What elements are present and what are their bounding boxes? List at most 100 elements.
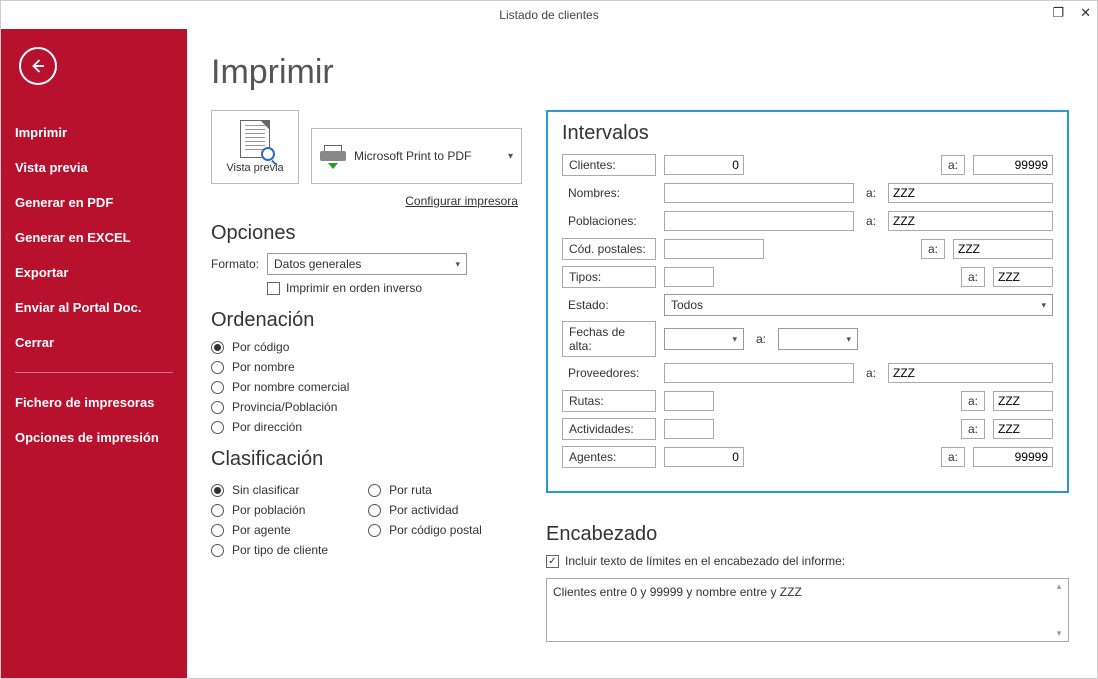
radio-por-tipo-cliente[interactable]: Por tipo de cliente [211,543,328,557]
codpostales-to-input[interactable] [953,239,1053,259]
clasificacion-heading: Clasificación [211,448,522,471]
actividades-from-input[interactable] [664,419,714,439]
codpostales-a-button[interactable]: a: [921,239,945,259]
sidebar-item-imprimir[interactable]: Imprimir [1,115,187,150]
chevron-down-icon: ▾ [732,334,737,345]
radio-por-actividad[interactable]: Por actividad [368,503,482,517]
window-restore-icon[interactable]: ❐ [1052,5,1064,21]
page-title: Imprimir [211,53,1069,92]
encabezado-heading: Encabezado [546,523,1069,546]
titlebar: Listado de clientes ❐ ✕ [1,1,1097,29]
agentes-a-button[interactable]: a: [941,447,965,467]
printer-icon [320,145,346,167]
sidebar: Imprimir Vista previa Generar en PDF Gen… [1,29,187,678]
fechas-from-select[interactable]: ▾ [664,328,744,350]
formato-value: Datos generales [274,257,361,271]
chevron-down-icon: ▾ [846,334,851,345]
sidebar-item-generar-pdf[interactable]: Generar en PDF [1,185,187,220]
ordenacion-radios: Por código Por nombre Por nombre comerci… [211,340,522,434]
intervalos-panel: Intervalos Clientes: a: Nombres: a: [546,110,1069,493]
radio-por-nombre-comercial[interactable]: Por nombre comercial [211,380,522,394]
clientes-label-button[interactable]: Clientes: [562,154,656,176]
estado-label: Estado: [562,295,656,315]
poblaciones-label: Poblaciones: [562,211,656,231]
radio-por-ruta[interactable]: Por ruta [368,483,482,497]
opciones-heading: Opciones [211,222,522,245]
fechas-label-button[interactable]: Fechas de alta: [562,321,656,357]
sidebar-item-enviar-portal[interactable]: Enviar al Portal Doc. [1,290,187,325]
clientes-from-input[interactable] [664,155,744,175]
radio-por-agente[interactable]: Por agente [211,523,328,537]
rutas-a-button[interactable]: a: [961,391,985,411]
intervalos-heading: Intervalos [562,122,1053,145]
document-preview-icon [240,120,270,158]
radio-por-direccion[interactable]: Por dirección [211,420,522,434]
proveedores-to-input[interactable] [888,363,1053,383]
chevron-down-icon: ▾ [1041,300,1046,311]
encabezado-textarea[interactable]: Clientes entre 0 y 99999 y nombre entre … [546,578,1069,642]
incluir-limites-checkbox[interactable]: ✓ Incluir texto de límites en el encabez… [546,554,1069,568]
sidebar-separator [15,372,173,373]
proveedores-label: Proveedores: [562,363,656,383]
proveedores-from-input[interactable] [664,363,854,383]
agentes-from-input[interactable] [664,447,744,467]
clientes-to-input[interactable] [973,155,1053,175]
configurar-impresora-link[interactable]: Configurar impresora [211,194,518,208]
poblaciones-to-input[interactable] [888,211,1053,231]
scrollbar[interactable]: ▴▾ [1052,581,1066,639]
rutas-from-input[interactable] [664,391,714,411]
formato-select[interactable]: Datos generales ▾ [267,253,467,275]
orden-inverso-label: Imprimir en orden inverso [286,281,422,295]
codpostales-label-button[interactable]: Cód. postales: [562,238,656,260]
codpostales-from-input[interactable] [664,239,764,259]
actividades-a-button[interactable]: a: [961,419,985,439]
printer-select[interactable]: Microsoft Print to PDF ▾ [311,128,522,184]
sidebar-item-fichero-impresoras[interactable]: Fichero de impresoras [1,385,187,420]
orden-inverso-checkbox[interactable]: Imprimir en orden inverso [267,281,522,295]
sidebar-item-generar-excel[interactable]: Generar en EXCEL [1,220,187,255]
radio-provincia-poblacion[interactable]: Provincia/Población [211,400,522,414]
main-panel: Imprimir Vista previa [187,29,1097,678]
nombres-a-label: a: [862,186,880,200]
radio-por-codigo-postal[interactable]: Por código postal [368,523,482,537]
radio-sin-clasificar[interactable]: Sin clasificar [211,483,328,497]
actividades-label-button[interactable]: Actividades: [562,418,656,440]
nombres-to-input[interactable] [888,183,1053,203]
checkbox-checked-icon: ✓ [546,555,559,568]
agentes-to-input[interactable] [973,447,1053,467]
window-close-icon[interactable]: ✕ [1080,5,1091,21]
rutas-to-input[interactable] [993,391,1053,411]
vista-previa-button[interactable]: Vista previa [211,110,299,184]
agentes-label-button[interactable]: Agentes: [562,446,656,468]
window-title: Listado de clientes [499,8,598,22]
radio-por-codigo[interactable]: Por código [211,340,522,354]
nombres-from-input[interactable] [664,183,854,203]
incluir-limites-label: Incluir texto de límites en el encabezad… [565,554,845,568]
rutas-label-button[interactable]: Rutas: [562,390,656,412]
sidebar-item-cerrar[interactable]: Cerrar [1,325,187,360]
tipos-from-input[interactable] [664,267,714,287]
sidebar-item-vista-previa[interactable]: Vista previa [1,150,187,185]
estado-select[interactable]: Todos ▾ [664,294,1053,316]
clientes-a-button[interactable]: a: [941,155,965,175]
back-button[interactable] [19,47,57,85]
actividades-to-input[interactable] [993,419,1053,439]
radio-por-poblacion[interactable]: Por población [211,503,328,517]
proveedores-a-label: a: [862,366,880,380]
sidebar-item-exportar[interactable]: Exportar [1,255,187,290]
poblaciones-from-input[interactable] [664,211,854,231]
tipos-to-input[interactable] [993,267,1053,287]
fechas-to-select[interactable]: ▾ [778,328,858,350]
chevron-down-icon: ▾ [455,259,460,270]
ordenacion-heading: Ordenación [211,309,522,332]
tipos-a-button[interactable]: a: [961,267,985,287]
tipos-label-button[interactable]: Tipos: [562,266,656,288]
radio-por-nombre[interactable]: Por nombre [211,360,522,374]
sidebar-item-opciones-impresion[interactable]: Opciones de impresión [1,420,187,455]
arrow-left-icon [29,57,47,75]
formato-label: Formato: [211,257,259,271]
window: Listado de clientes ❐ ✕ Imprimir Vista p… [0,0,1098,679]
poblaciones-a-label: a: [862,214,880,228]
checkbox-icon [267,282,280,295]
chevron-down-icon: ▾ [508,151,513,162]
